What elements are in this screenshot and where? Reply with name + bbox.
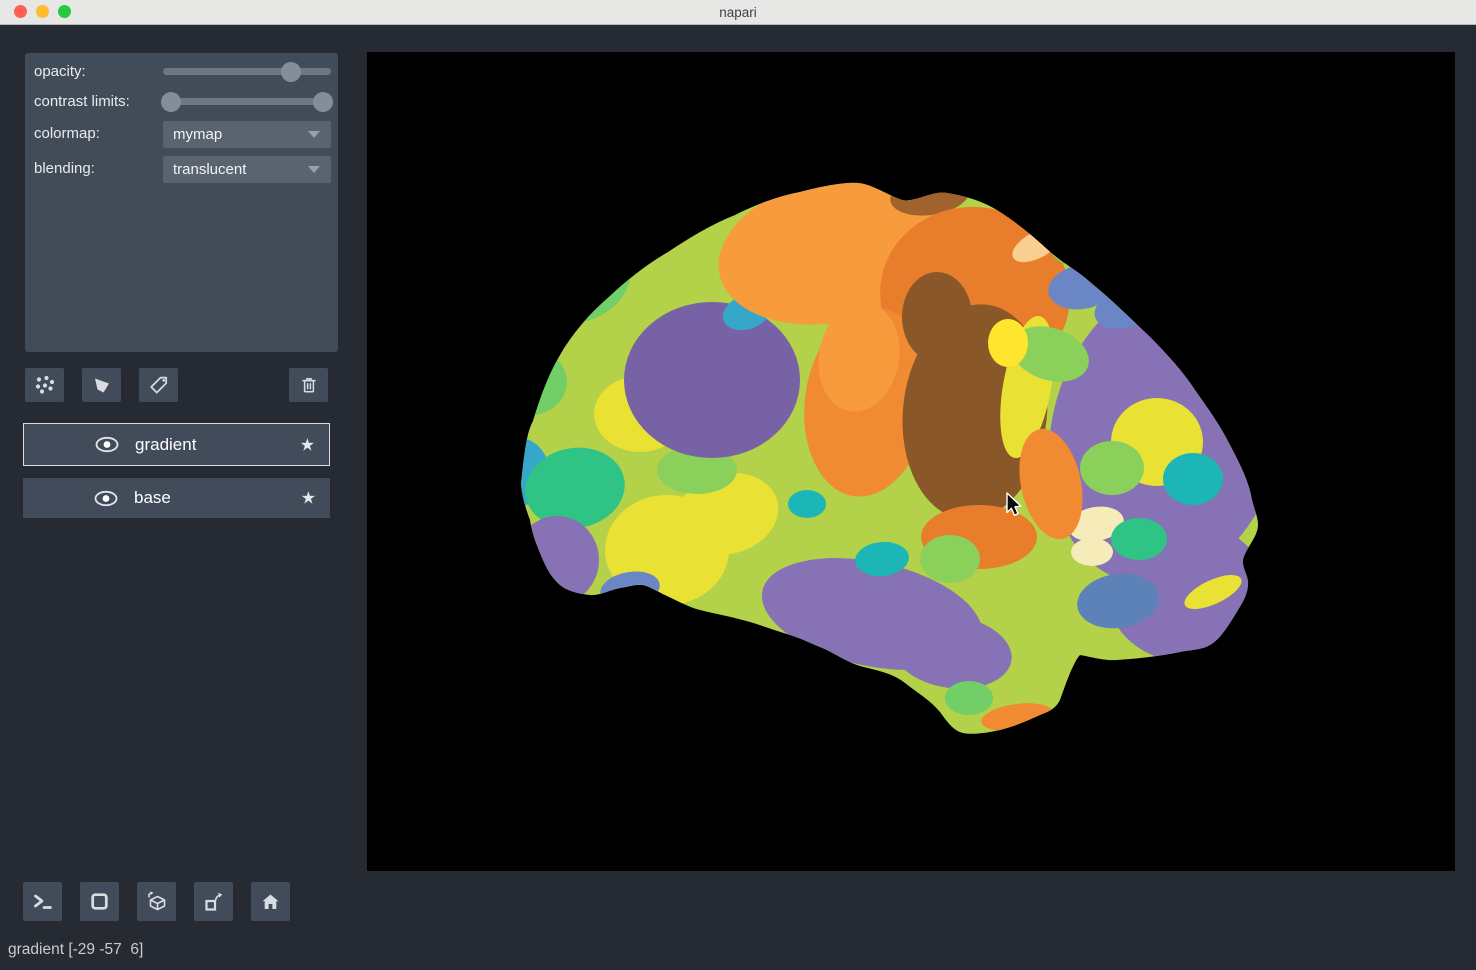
- close-button[interactable]: [14, 5, 27, 18]
- colormap-label: colormap:: [34, 124, 100, 144]
- opacity-slider[interactable]: [163, 68, 331, 75]
- square-icon: [89, 891, 110, 912]
- status-text: gradient [-29 -57 6]: [8, 941, 143, 959]
- contrast-limits-slider[interactable]: [163, 98, 331, 105]
- brain-surface-render: [367, 52, 1455, 871]
- shapes-icon: [92, 375, 112, 395]
- ndisplay-button[interactable]: [80, 882, 119, 921]
- console-icon: [32, 891, 54, 912]
- titlebar: napari: [0, 0, 1476, 25]
- eye-icon: [93, 490, 119, 507]
- contrast-limits-label: contrast limits:: [34, 92, 130, 112]
- tag-icon: [149, 375, 169, 395]
- home-button[interactable]: [251, 882, 290, 921]
- visibility-toggle[interactable]: [93, 490, 119, 507]
- layer-row-gradient[interactable]: gradient ★: [23, 423, 330, 466]
- new-labels-layer-button[interactable]: [139, 368, 178, 402]
- viewer-canvas[interactable]: [367, 52, 1455, 871]
- chevron-down-icon: [308, 131, 320, 138]
- blending-select[interactable]: translucent: [163, 156, 331, 183]
- window-title: napari: [719, 5, 757, 20]
- delete-layer-button[interactable]: [289, 368, 328, 402]
- points-icon: [34, 375, 56, 395]
- transpose-dims-button[interactable]: [194, 882, 233, 921]
- layer-buttons-row: [25, 368, 328, 402]
- console-button[interactable]: [23, 882, 62, 921]
- colormap-value: mymap: [173, 126, 222, 143]
- chevron-down-icon: [308, 166, 320, 173]
- traffic-lights: [14, 5, 71, 18]
- viewer-buttons-row: [23, 882, 290, 921]
- home-icon: [260, 892, 281, 912]
- opacity-slider-handle[interactable]: [281, 62, 301, 82]
- blending-value: translucent: [173, 161, 246, 178]
- zoom-button[interactable]: [58, 5, 71, 18]
- square-arrow-icon: [203, 891, 225, 913]
- layer-row-base[interactable]: base ★: [23, 478, 330, 518]
- new-points-layer-button[interactable]: [25, 368, 64, 402]
- new-shapes-layer-button[interactable]: [82, 368, 121, 402]
- colormap-select[interactable]: mymap: [163, 121, 331, 148]
- roll-dims-button[interactable]: [137, 882, 176, 921]
- layer-controls-panel: opacity: contrast limits: colormap: myma…: [25, 53, 338, 352]
- layer-list: gradient ★ base ★: [23, 423, 330, 530]
- eye-icon: [94, 436, 120, 453]
- layer-name: base: [134, 488, 171, 508]
- star-icon[interactable]: ★: [300, 436, 315, 453]
- star-icon[interactable]: ★: [301, 490, 316, 507]
- contrast-low-handle[interactable]: [161, 92, 181, 112]
- visibility-toggle[interactable]: [94, 436, 120, 453]
- opacity-label: opacity:: [34, 62, 86, 82]
- blending-label: blending:: [34, 159, 95, 179]
- cube-icon: [145, 891, 169, 913]
- layer-name: gradient: [135, 435, 196, 455]
- trash-icon: [299, 375, 319, 395]
- minimize-button[interactable]: [36, 5, 49, 18]
- contrast-high-handle[interactable]: [313, 92, 333, 112]
